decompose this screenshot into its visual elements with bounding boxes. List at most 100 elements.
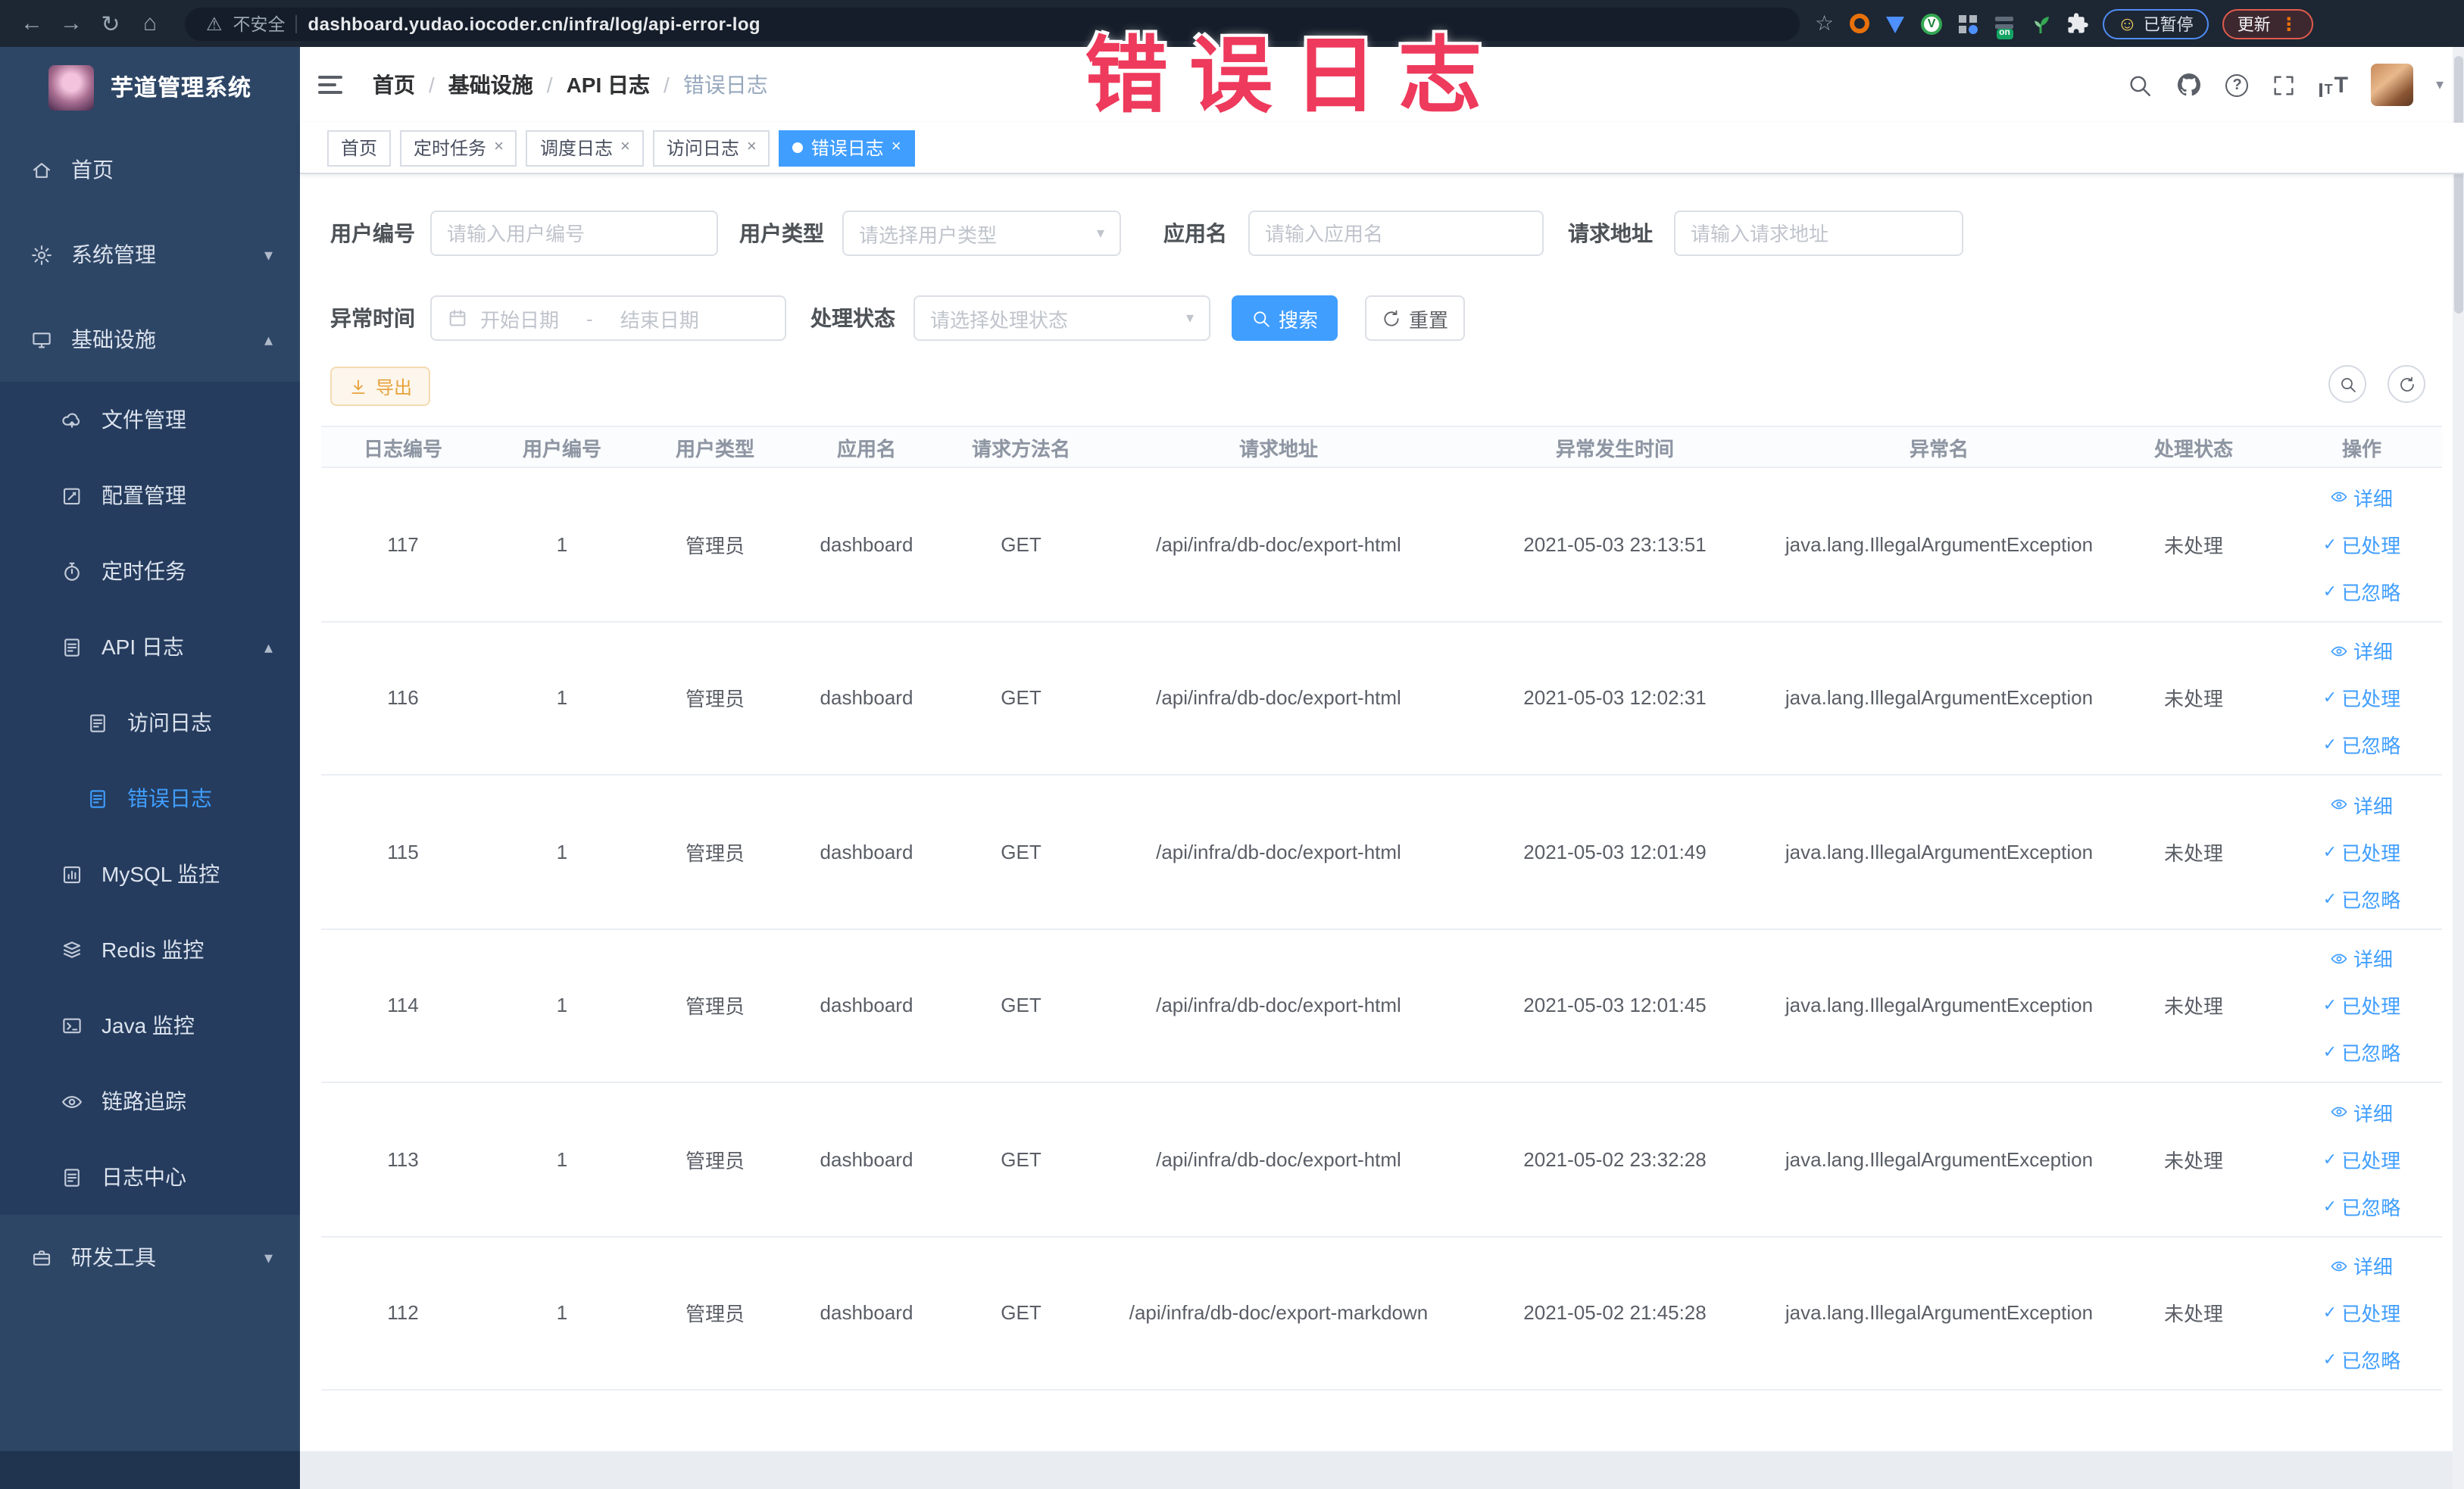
sidebar-item-5[interactable]: 定时任务: [0, 533, 300, 609]
sidebar-item-7[interactable]: 访问日志: [0, 685, 300, 760]
cell-app: dashboard: [820, 686, 913, 710]
close-icon[interactable]: ×: [620, 139, 630, 156]
mark-ignored-link[interactable]: ✓ 已忽略: [2323, 1192, 2400, 1221]
cell-method: GET: [1001, 1147, 1042, 1171]
sidebar-item-14[interactable]: 研发工具 ▾: [0, 1215, 300, 1300]
close-icon[interactable]: ×: [494, 139, 504, 156]
sidebar-item-1[interactable]: 系统管理 ▾: [0, 212, 300, 297]
refresh-table-button[interactable]: [2387, 365, 2425, 403]
search-button[interactable]: 搜索: [1232, 295, 1338, 341]
export-button[interactable]: 导出: [330, 367, 431, 406]
sidebar-item-4[interactable]: 配置管理: [0, 457, 300, 533]
profile-paused-badge[interactable]: ☺ 已暂停: [2102, 8, 2209, 39]
user-type-select[interactable]: 请选择用户类型 ▾: [842, 211, 1121, 256]
back-icon[interactable]: ←: [12, 4, 52, 43]
detail-link[interactable]: 详细: [2331, 1098, 2393, 1127]
forward-icon[interactable]: →: [52, 4, 91, 43]
breadcrumb-item-1[interactable]: 基础设施: [448, 70, 533, 100]
detail-link[interactable]: 详细: [2331, 637, 2393, 666]
check-icon: ✓: [2322, 843, 2338, 862]
chevron-up-icon: ▴: [264, 331, 273, 349]
process-status-select[interactable]: 请选择处理状态 ▾: [913, 295, 1210, 341]
extension-grid-icon[interactable]: [1957, 12, 1979, 35]
mark-processed-link[interactable]: ✓ 已处理: [2323, 530, 2400, 559]
sidebar-item-2[interactable]: 基础设施 ▴: [0, 297, 300, 382]
close-icon[interactable]: ×: [892, 139, 901, 156]
reload-icon[interactable]: ↻: [91, 4, 130, 43]
app-logo-row[interactable]: 芋道管理系统: [0, 47, 300, 127]
mark-ignored-link[interactable]: ✓ 已忽略: [2323, 577, 2400, 606]
cell-id: 117: [387, 532, 419, 556]
mark-processed-link[interactable]: ✓ 已处理: [2323, 838, 2400, 866]
extension-green-v-icon[interactable]: V: [1920, 12, 1943, 35]
detail-link[interactable]: 详细: [2331, 1252, 2393, 1281]
sidebar-item-8[interactable]: 错误日志: [0, 760, 300, 836]
extension-orange-icon[interactable]: [1847, 12, 1870, 35]
extension-on-icon[interactable]: on: [1993, 12, 2016, 39]
help-icon[interactable]: ?: [2225, 73, 2249, 96]
user-id-input[interactable]: [430, 211, 718, 256]
mark-ignored-link[interactable]: ✓ 已忽略: [2323, 885, 2400, 913]
page-scrollbar[interactable]: [2453, 47, 2464, 1489]
cell-app: dashboard: [820, 840, 913, 863]
sidebar-toggle-icon[interactable]: [318, 70, 348, 100]
tab-1[interactable]: 定时任务 ×: [400, 130, 517, 166]
extensions-puzzle-icon[interactable]: [2066, 12, 2088, 35]
mark-ignored-link[interactable]: ✓ 已忽略: [2323, 1038, 2400, 1067]
reset-button[interactable]: 重置: [1365, 295, 1466, 341]
mark-processed-link[interactable]: ✓ 已处理: [2323, 991, 2400, 1020]
extension-sprout-icon[interactable]: [2029, 12, 2052, 35]
detail-link[interactable]: 详细: [2331, 483, 2393, 512]
sidebar-item-11[interactable]: Java 监控: [0, 988, 300, 1063]
mark-ignored-link[interactable]: ✓ 已忽略: [2323, 1346, 2400, 1375]
cell-status: 未处理: [2163, 995, 2223, 1019]
column-header-1: 用户编号: [522, 437, 601, 460]
java-icon: [61, 1014, 83, 1037]
github-icon[interactable]: [2176, 71, 2203, 98]
exception-time-range-picker[interactable]: 开始日期 - 结束日期: [430, 295, 786, 341]
kebab-menu-icon[interactable]: ⋮: [2280, 13, 2298, 34]
detail-link[interactable]: 详细: [2331, 791, 2393, 819]
fullscreen-icon[interactable]: [2272, 72, 2297, 98]
request-url-input[interactable]: [1674, 211, 1963, 256]
mark-processed-link[interactable]: ✓ 已处理: [2323, 684, 2400, 713]
scrollbar-thumb[interactable]: [2454, 56, 2463, 314]
mark-processed-link[interactable]: ✓ 已处理: [2323, 1299, 2400, 1328]
sidebar-item-13[interactable]: 日志中心: [0, 1139, 300, 1215]
sidebar-item-9[interactable]: MySQL 监控: [0, 836, 300, 912]
doc-icon: [61, 635, 83, 658]
sidebar-item-3[interactable]: 文件管理: [0, 382, 300, 457]
address-bar[interactable]: ⚠ 不安全 dashboard.yudao.iocoder.cn/infra/l…: [185, 7, 1800, 40]
user-avatar[interactable]: [2370, 64, 2413, 106]
close-icon[interactable]: ×: [747, 139, 757, 156]
chrome-update-badge[interactable]: 更新 ⋮: [2222, 8, 2313, 39]
detail-link[interactable]: 详细: [2331, 944, 2393, 973]
search-icon[interactable]: [2128, 72, 2153, 98]
sidebar-item-10[interactable]: Redis 监控: [0, 912, 300, 988]
chevron-down-icon: ▾: [1185, 310, 1194, 326]
home-icon[interactable]: ⌂: [130, 4, 170, 43]
user-menu-caret-icon[interactable]: ▾: [2436, 76, 2444, 93]
tab-0[interactable]: 首页: [327, 130, 392, 166]
user-id-label: 用户编号: [330, 221, 415, 245]
content: 用户编号 用户类型 请选择用户类型 ▾ 应用名 请求地址 异常时间: [300, 211, 2464, 1391]
sidebar-item-12[interactable]: 链路追踪: [0, 1063, 300, 1139]
sidebar-item-6[interactable]: API 日志 ▴: [0, 609, 300, 685]
extension-shield-icon[interactable]: [1884, 12, 1907, 35]
bookmark-star-icon[interactable]: ☆: [1815, 11, 1834, 36]
sidebar-item-0[interactable]: 首页: [0, 127, 300, 212]
tab-2[interactable]: 调度日志 ×: [526, 130, 644, 166]
show-search-toggle-button[interactable]: [2328, 365, 2366, 403]
gear-icon: [30, 243, 53, 266]
breadcrumb-item-2[interactable]: API 日志: [567, 70, 650, 100]
page-bottom-strip: [300, 1451, 2464, 1489]
mark-ignored-link[interactable]: ✓ 已忽略: [2323, 731, 2400, 760]
cell-exception: java.lang.IllegalArgumentException: [1785, 532, 2094, 556]
app-name-input[interactable]: [1248, 211, 1544, 256]
font-size-icon[interactable]: TT: [2319, 73, 2348, 96]
tab-4[interactable]: 错误日志 ×: [779, 130, 915, 166]
breadcrumb-item-0[interactable]: 首页: [373, 70, 415, 100]
column-header-3: 应用名: [836, 437, 896, 460]
tab-3[interactable]: 访问日志 ×: [652, 130, 770, 166]
mark-processed-link[interactable]: ✓ 已处理: [2323, 1145, 2400, 1174]
